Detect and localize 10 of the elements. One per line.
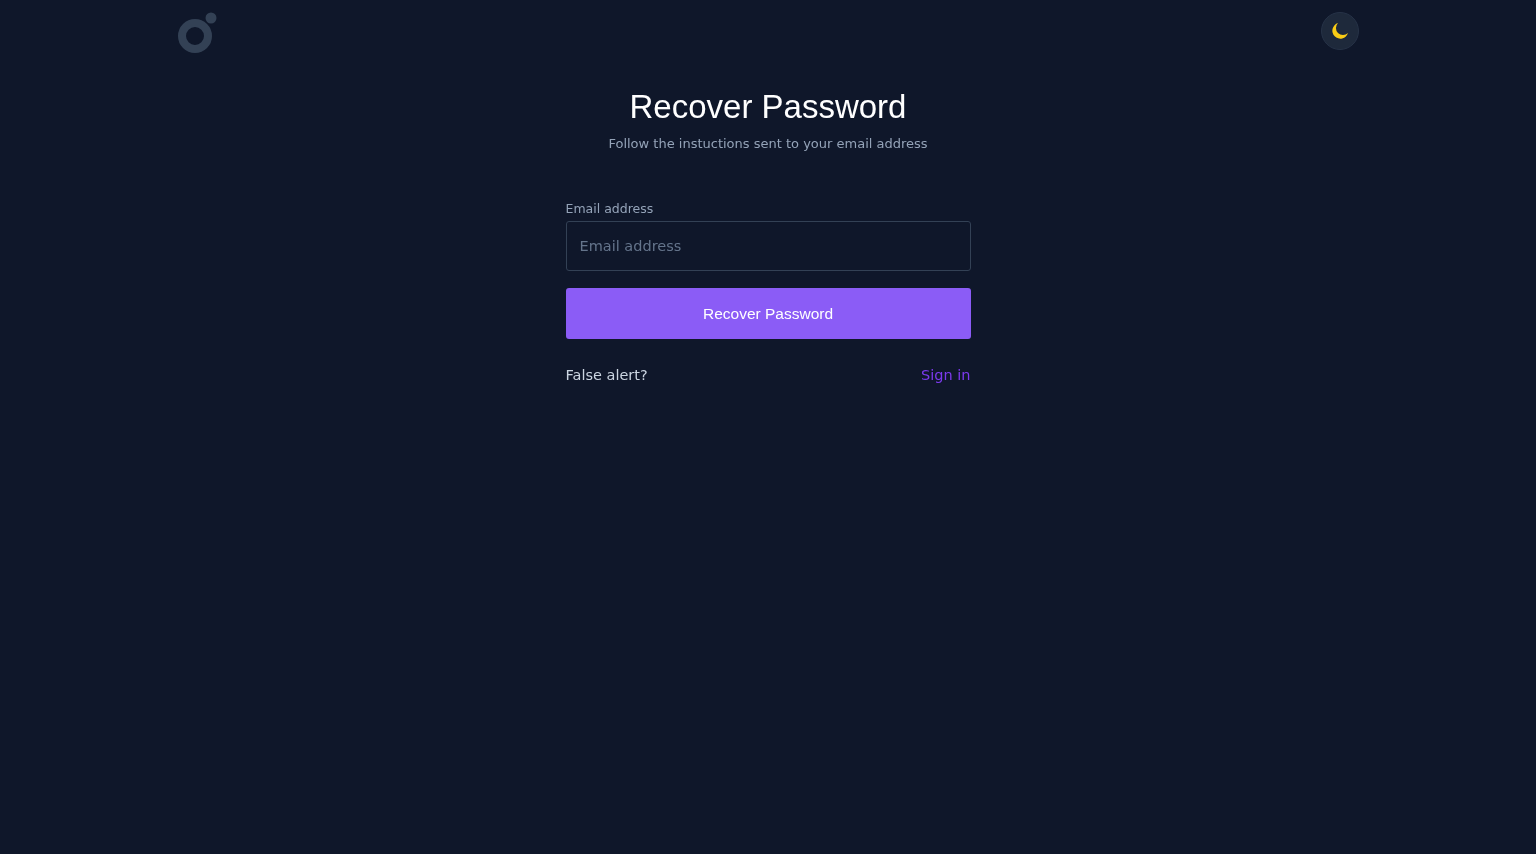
- page-title: Recover Password: [629, 88, 907, 126]
- sign-in-link[interactable]: Sign in: [921, 366, 971, 384]
- page-subtitle: Follow the instuctions sent to your email address: [608, 136, 928, 151]
- moon-icon: [1330, 21, 1350, 41]
- field-label: Email address: [565, 201, 654, 216]
- prompt-text: False alert?: [565, 366, 648, 384]
- theme-toggle-button[interactable]: [1321, 12, 1359, 50]
- email-field[interactable]: Email address: [565, 221, 971, 271]
- recover-password-button[interactable]: Recover Password: [565, 288, 971, 339]
- logo-icon: [177, 12, 219, 56]
